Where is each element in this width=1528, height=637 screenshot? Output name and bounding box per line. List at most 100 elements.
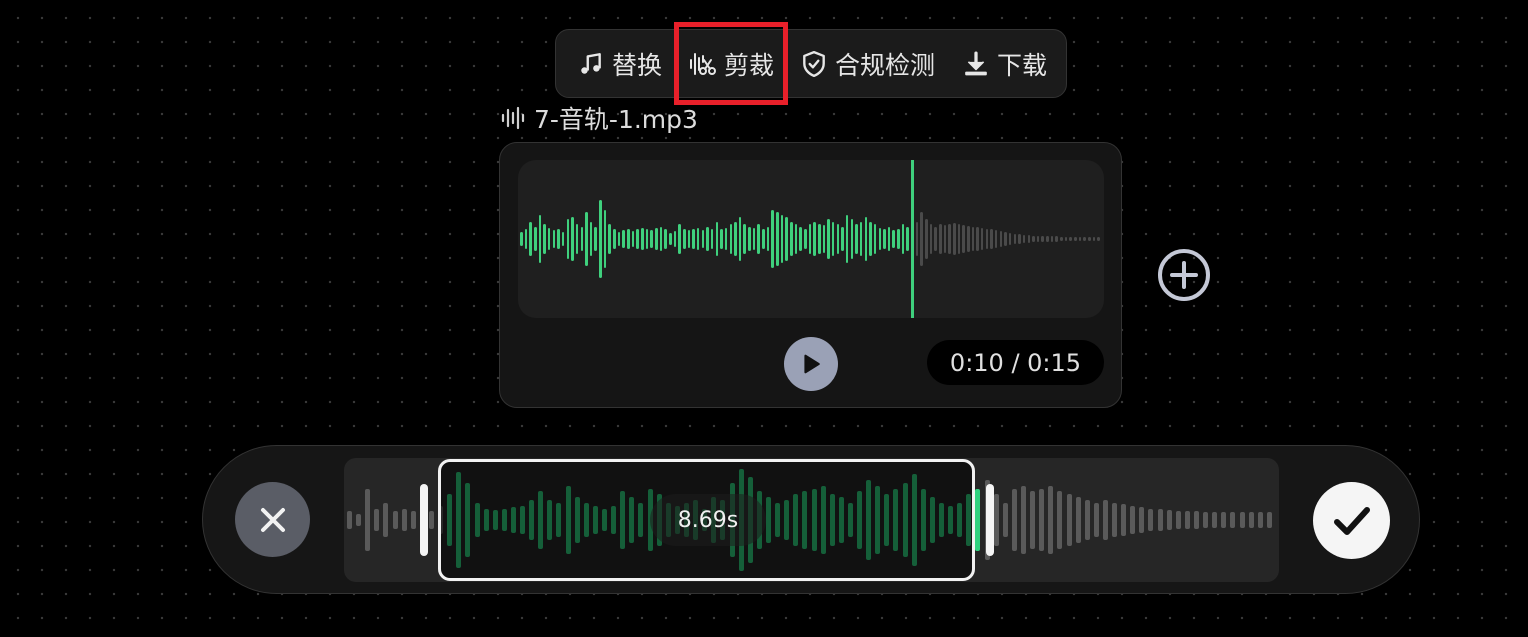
waveform-bar (447, 494, 453, 546)
waveform-bar (1194, 511, 1200, 529)
waveform-bar (492, 509, 498, 531)
waveform-bar (1030, 491, 1036, 549)
waveform-bar (580, 226, 584, 252)
waveform-bar (766, 226, 770, 252)
waveform-bar (410, 511, 416, 529)
waveform-bar (738, 216, 742, 262)
waveform-bar (990, 229, 993, 249)
shield-check-icon (803, 50, 825, 77)
waveform-bar (589, 221, 593, 257)
waveform-bar (428, 511, 434, 529)
waveform-bar (599, 199, 602, 279)
waveform-bar (866, 480, 872, 560)
waveform-bar (771, 209, 774, 269)
waveform-bar (1102, 500, 1108, 540)
waveform-bar (1184, 511, 1190, 529)
waveform-bar (790, 221, 793, 257)
waveform-bar (897, 229, 900, 249)
waveform-bar (873, 224, 877, 254)
add-audio-button[interactable] (1156, 247, 1212, 303)
waveform-bar (638, 502, 644, 538)
waveform-bar (847, 502, 853, 538)
waveform-bar (1266, 512, 1272, 528)
waveform-bar (859, 221, 863, 257)
waveform-bar (857, 491, 863, 549)
waveform-bar (1060, 236, 1063, 242)
waveform-bar (1011, 488, 1017, 552)
audio-scissors-icon (690, 52, 716, 75)
waveform-bar (1212, 512, 1218, 528)
waveform-bar (1239, 512, 1245, 528)
trim-label: 剪裁 (724, 50, 775, 80)
playhead[interactable] (911, 160, 914, 318)
confirm-trim-button[interactable] (1313, 482, 1390, 559)
waveform-bar (1083, 236, 1086, 242)
waveform-bar (710, 229, 714, 249)
waveform-bar (1013, 234, 1017, 244)
waveform-bar (757, 224, 760, 254)
waveform-bar (583, 502, 589, 538)
waveform-bar (943, 225, 947, 253)
waveform-bar (594, 226, 598, 252)
audio-waveform-icon (501, 106, 525, 130)
music-note-icon (581, 52, 601, 74)
waveform-bar (574, 497, 580, 543)
waveform-bar (994, 230, 998, 248)
waveform-bar (802, 491, 808, 549)
waveform-bar (841, 226, 844, 252)
waveform-bar (1130, 505, 1136, 535)
waveform-bar (520, 231, 523, 247)
waveform-bar (1002, 502, 1008, 538)
waveform-bar (1075, 497, 1081, 543)
trim-button[interactable]: 剪裁 (673, 22, 789, 105)
waveform-bar (1139, 507, 1145, 533)
waveform-bar (878, 228, 882, 250)
waveform-bar (1004, 232, 1007, 246)
waveform-bar (456, 471, 462, 569)
waveform-bar (1032, 235, 1035, 243)
waveform-bar (520, 505, 526, 535)
waveform-bar (465, 482, 471, 558)
compliance-check-button[interactable]: 合规检测 (801, 30, 935, 97)
waveform-bar (592, 505, 598, 535)
waveform-bar (845, 214, 849, 264)
waveform-bar (556, 502, 562, 538)
waveform-bar (831, 221, 835, 257)
waveform-bar (902, 482, 908, 558)
waveform-bar (356, 514, 362, 526)
waveform-bar (631, 231, 635, 247)
waveform-bar (855, 224, 858, 254)
waveform-bar (813, 221, 816, 257)
waveform-bar (808, 224, 812, 254)
waveform-bar (636, 229, 639, 249)
plus-circle-icon (1158, 249, 1210, 301)
waveform-bar (784, 500, 790, 540)
waveform-bar (1221, 512, 1227, 528)
waveform-bar (602, 508, 608, 532)
cancel-trim-button[interactable] (235, 482, 310, 557)
waveform-bar (1074, 236, 1077, 242)
trim-waveform[interactable] (344, 458, 1279, 582)
waveform-bar (1097, 236, 1100, 242)
waveform-bar (383, 502, 389, 538)
waveform-bar (864, 216, 868, 262)
waveform-bar (1008, 233, 1012, 245)
waveform-bar (585, 212, 588, 266)
waveform-bar (901, 224, 905, 254)
waveform-bar (980, 228, 984, 250)
waveform-bar (678, 224, 681, 254)
waveform-bar (696, 228, 700, 250)
waveform-bar (655, 228, 658, 250)
trim-end-handle[interactable] (986, 484, 994, 556)
replace-button[interactable]: 替换 (578, 30, 662, 97)
waveform-bar (438, 505, 444, 535)
waveform-bar (957, 502, 963, 538)
play-button[interactable] (784, 337, 838, 391)
player-waveform[interactable] (518, 160, 1104, 318)
download-button[interactable]: 下载 (963, 30, 1047, 97)
compliance-check-label: 合规检测 (835, 50, 936, 80)
trim-start-handle[interactable] (420, 484, 428, 556)
waveform-bar (985, 229, 989, 249)
waveform-bar (1112, 502, 1118, 538)
file-name: 7-音轨-1.mp3 (534, 105, 698, 134)
